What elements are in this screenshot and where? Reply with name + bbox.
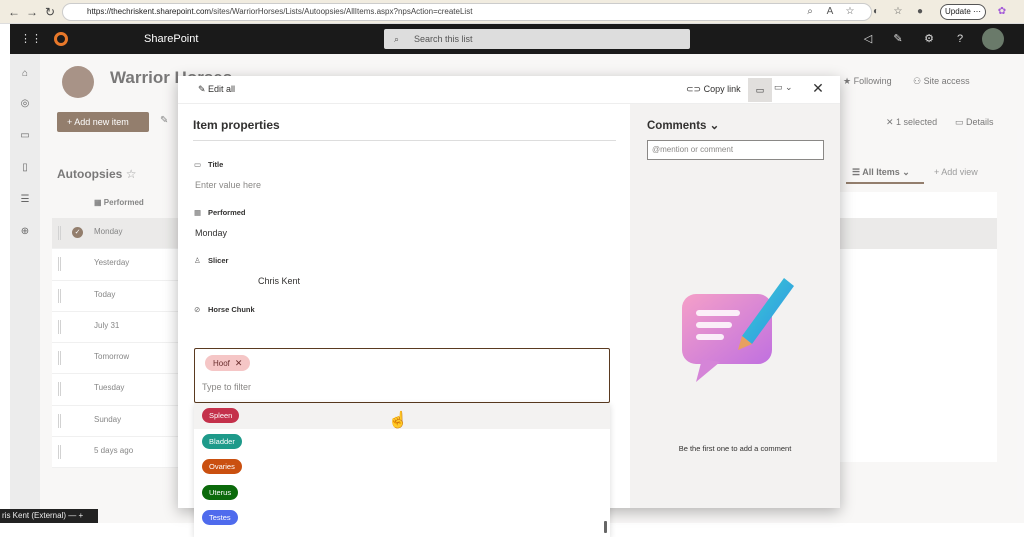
empty-comments-message: Be the first one to add a comment — [678, 444, 792, 453]
choice-option[interactable]: Uterus — [194, 480, 610, 506]
read-aloud-icon[interactable]: A — [822, 4, 838, 20]
close-icon[interactable]: ✕ — [810, 80, 826, 97]
comment-input[interactable]: @mention or comment — [647, 140, 824, 160]
search-page-icon[interactable]: ⌕ — [802, 4, 818, 20]
arrow-right-icon[interactable]: → — [24, 4, 40, 20]
search-icon: ⌕ — [394, 34, 400, 44]
external-user-bar: ris Kent (External) — + — [0, 509, 98, 523]
filter-input[interactable]: Type to filter — [202, 382, 251, 392]
pane-title: Item properties — [193, 118, 280, 132]
feedback-icon[interactable]: ✎ — [890, 31, 906, 47]
copy-link-label: Copy link — [703, 84, 741, 94]
extension-icon[interactable]: ◐ — [868, 4, 884, 20]
search-placeholder: Search this list — [414, 34, 473, 44]
url-path: /sites/WarriorHorses/Lists/Autoopsies/Al… — [211, 7, 473, 16]
choice-pill: Uterus — [202, 484, 239, 500]
layout-menu-icon[interactable]: ▭ ⌄ — [774, 82, 793, 93]
horse-chunk-field-label: ⊘ Horse Chunk — [194, 305, 255, 314]
app-launcher-icon[interactable]: ⋮⋮ — [20, 31, 42, 47]
favorite-star-icon[interactable]: ☆ — [842, 4, 858, 20]
comment-illustration — [682, 278, 794, 382]
app-name[interactable]: SharePoint — [144, 24, 198, 54]
choice-pill: Bladder — [202, 433, 242, 449]
horse-chunk-label: Horse Chunk — [208, 305, 255, 314]
divider — [193, 140, 616, 141]
calendar-icon: ▦ — [194, 208, 202, 217]
logo-ring-icon — [54, 32, 68, 46]
comments-pane: Comments ⌄ @mention or comment Be the fi… — [630, 104, 840, 508]
person-icon: ♙ — [194, 256, 201, 265]
choice-pill: Ovaries — [202, 459, 242, 475]
choice-pill: Testes — [202, 510, 238, 526]
home-icon[interactable]: ⌂ — [17, 66, 33, 82]
external-label: ris Kent (External) — [2, 511, 67, 520]
text-field-icon: ▭ — [194, 160, 202, 169]
globe-icon[interactable]: ◎ — [17, 96, 33, 112]
suite-bar: ⋮⋮ aperture SharePoint ⌕ Search this lis… — [10, 24, 1024, 70]
remove-chip-icon[interactable]: ✕ — [235, 358, 243, 368]
arrow-left-icon[interactable]: ← — [6, 4, 22, 20]
browser-toolbar: ← → ↻ https://thechriskent.sharepoint.co… — [0, 0, 1024, 24]
choice-pill: Spleen — [202, 408, 240, 423]
copilot-icon[interactable]: ✿ — [994, 4, 1010, 20]
gear-icon[interactable]: ⚙ — [921, 31, 937, 47]
brand-logo[interactable]: aperture — [54, 28, 132, 70]
performed-field-label: ▦ Performed — [194, 208, 246, 217]
choice-check-icon: ⊘ — [194, 305, 201, 314]
edit-all-button[interactable]: ✎ Edit all — [198, 84, 235, 95]
choice-option[interactable]: Testes — [194, 505, 610, 531]
slicer-label: Slicer — [208, 256, 229, 265]
address-bar[interactable]: https://thechriskent.sharepoint.com/site… — [62, 3, 872, 21]
choice-option[interactable]: Bladder — [194, 429, 610, 455]
update-label: Update — [944, 7, 971, 16]
item-properties-dialog: ✎ Edit all ⊂⊃ Copy link ▭ ▭ ⌄ ✕ Item pro… — [178, 76, 840, 537]
favorites-icon[interactable]: ☆ — [890, 4, 906, 20]
comments-title: Comments — [647, 120, 707, 132]
avatar[interactable] — [982, 28, 1004, 50]
comments-header[interactable]: Comments ⌄ — [647, 118, 719, 132]
list-icon[interactable]: ☰ — [17, 192, 33, 208]
update-button[interactable]: Update ⋯ — [940, 4, 986, 20]
choice-option[interactable]: Ovaries — [194, 454, 610, 480]
news-icon[interactable]: ▭ — [17, 128, 33, 144]
url-host: https://thechriskent.sharepoint.com — [87, 7, 212, 16]
horse-chunk-picker[interactable]: Hoof ✕ Type to filter — [194, 348, 610, 403]
add-circle-icon[interactable]: ⊕ — [17, 224, 33, 240]
edit-all-label: Edit all — [208, 84, 236, 94]
properties-pane: Item properties ▭ Title Enter value here … — [178, 104, 630, 537]
help-icon[interactable]: ? — [952, 31, 968, 47]
megaphone-icon[interactable]: ◁ — [860, 31, 876, 47]
selected-choice-chip[interactable]: Hoof ✕ — [205, 355, 251, 371]
profile-icon[interactable]: ● — [912, 4, 928, 20]
title-field-label: ▭ Title — [194, 160, 223, 169]
copy-link-button[interactable]: ⊂⊃ Copy link — [686, 84, 741, 95]
refresh-icon[interactable]: ↻ — [42, 4, 58, 20]
comments-toggle-icon[interactable]: ▭ — [748, 78, 772, 102]
performed-label: Performed — [208, 208, 246, 217]
performed-field[interactable]: Monday — [195, 228, 227, 238]
dialog-toolbar: ✎ Edit all ⊂⊃ Copy link ▭ ▭ ⌄ ✕ — [178, 76, 840, 104]
slicer-field-label: ♙ Slicer — [194, 256, 228, 265]
title-label: Title — [208, 160, 224, 169]
slicer-field[interactable]: Chris Kent — [258, 276, 300, 286]
file-icon[interactable]: ▯ — [17, 160, 33, 176]
chip-label: Hoof — [213, 359, 230, 368]
hand-pointer-icon: ☝ — [388, 412, 408, 429]
title-field[interactable]: Enter value here — [195, 180, 261, 190]
search-input[interactable]: ⌕ Search this list — [384, 29, 690, 49]
left-rail: ⌂ ◎ ▭ ▯ ☰ ⊕ — [10, 54, 40, 523]
